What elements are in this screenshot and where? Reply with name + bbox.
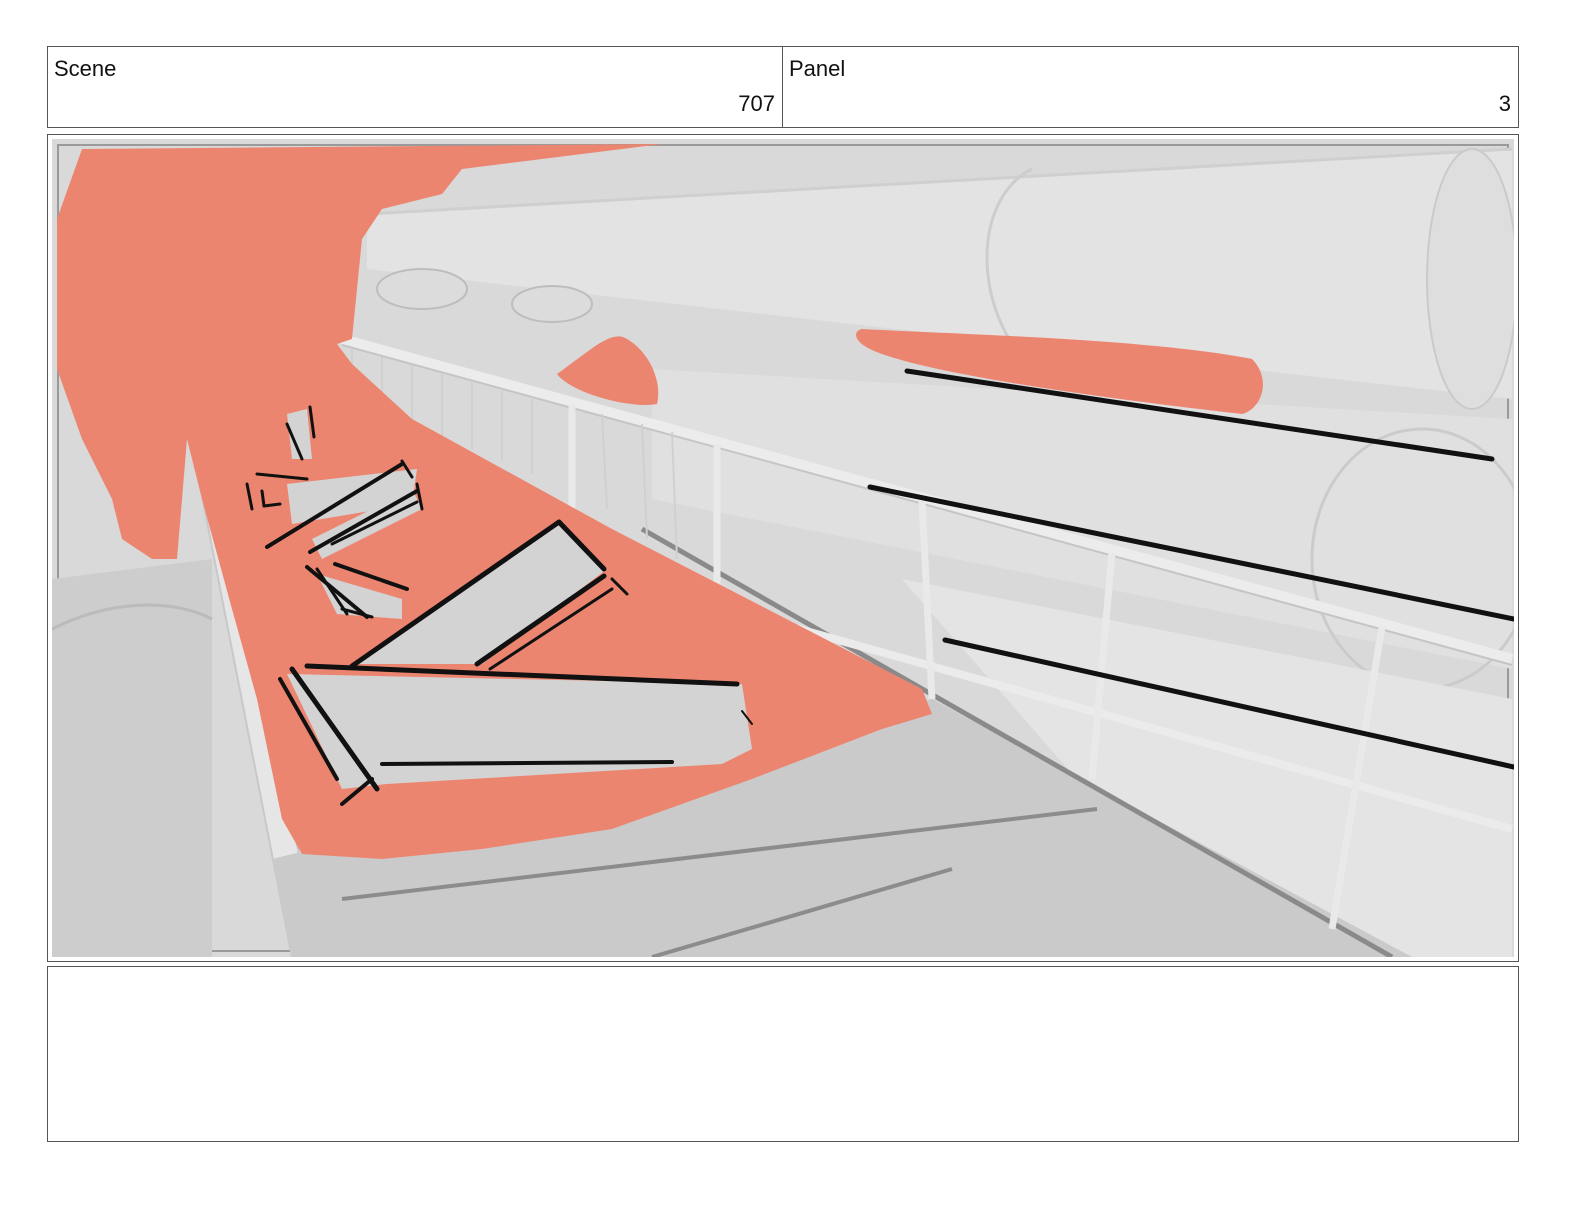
header-bar: Scene 707 Panel 3 [47, 46, 1519, 128]
flange-cluster [376, 268, 468, 310]
scene-label: Scene [54, 56, 117, 81]
flange-cluster-2 [511, 285, 593, 323]
storyboard-panel-art [52, 139, 1514, 957]
notes-box[interactable] [47, 966, 1519, 1142]
scene-cell: Scene 707 [48, 47, 783, 127]
panel-cell: Panel 3 [783, 47, 1518, 127]
panel-number: 3 [1498, 91, 1511, 116]
pipe-flange-right [1426, 148, 1514, 410]
storyboard-frame [47, 134, 1519, 962]
scene-number: 707 [738, 91, 775, 116]
panel-label: Panel [789, 56, 846, 81]
